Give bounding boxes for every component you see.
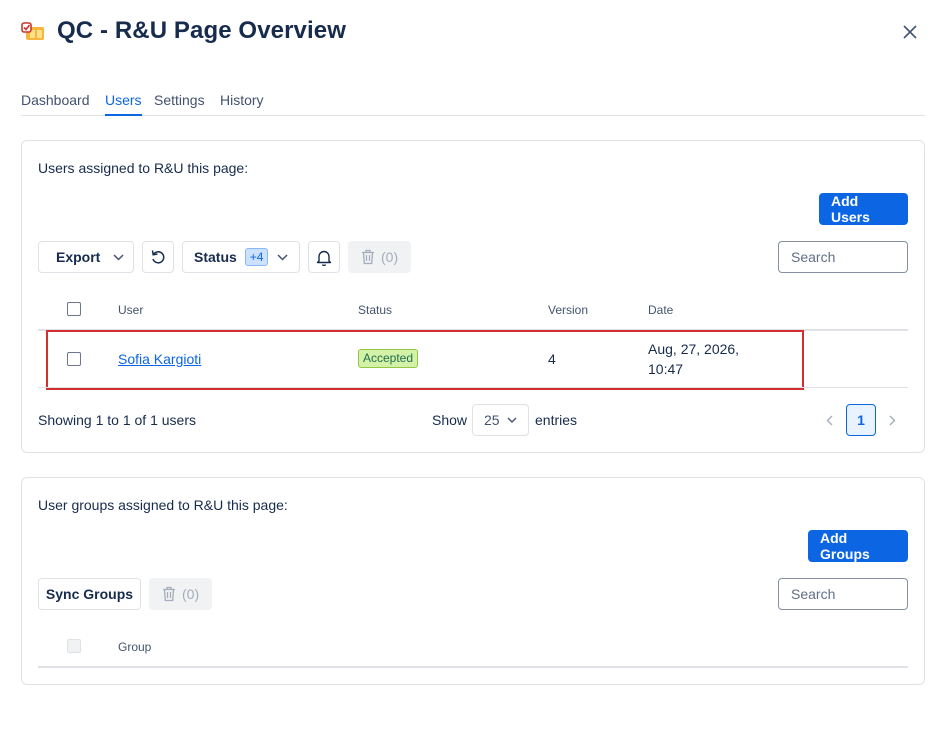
users-panel: Users assigned to R&U this page: Add Use…: [21, 140, 925, 453]
chevron-down-icon: [277, 253, 289, 261]
column-header-user: User: [118, 303, 144, 317]
status-filter-count-badge: +4: [244, 248, 269, 266]
table-row-divider: [38, 387, 908, 388]
sync-groups-label: Sync Groups: [45, 586, 134, 602]
groups-table-header-divider: [38, 666, 908, 668]
users-search-input[interactable]: [778, 241, 908, 273]
page-1-button[interactable]: 1: [846, 404, 876, 436]
close-button[interactable]: [898, 20, 922, 44]
column-header-date: Date: [648, 303, 674, 317]
column-header-status: Status: [358, 303, 393, 317]
trash-icon: [163, 586, 175, 602]
add-users-button[interactable]: Add Users: [819, 193, 908, 225]
delete-users-count: (0): [381, 249, 399, 265]
page-overview-icon: [21, 22, 45, 42]
page-size-value: 25: [484, 412, 500, 428]
next-page-button[interactable]: [882, 410, 902, 430]
groups-panel-label: User groups assigned to R&U this page:: [38, 497, 288, 513]
tab-bar: Dashboard Users Settings History: [21, 89, 925, 116]
export-label: Export: [56, 249, 101, 265]
showing-entries-text: Showing 1 to 1 of 1 users: [38, 412, 196, 428]
select-all-users-checkbox[interactable]: [67, 302, 81, 316]
row-highlight-annotation: [46, 330, 804, 390]
chevron-left-icon: [826, 415, 832, 425]
column-header-version: Version: [548, 303, 589, 317]
bell-icon: [316, 250, 332, 266]
modal-header: QC - R&U Page Overview: [20, 16, 922, 50]
chevron-right-icon: [889, 415, 895, 425]
entries-label: entries: [535, 412, 578, 428]
groups-panel: User groups assigned to R&U this page: A…: [21, 477, 925, 685]
sync-groups-button[interactable]: Sync Groups: [38, 578, 141, 610]
status-filter-button[interactable]: Status +4: [182, 241, 300, 273]
groups-search-input[interactable]: [778, 578, 908, 610]
refresh-icon: [151, 250, 165, 264]
add-groups-button[interactable]: Add Groups: [808, 530, 908, 562]
page-size-select[interactable]: 25: [472, 404, 529, 436]
notify-button[interactable]: [308, 241, 340, 273]
delete-users-button[interactable]: (0): [348, 241, 411, 273]
page-title: QC - R&U Page Overview: [57, 17, 346, 44]
refresh-button[interactable]: [142, 241, 174, 273]
column-header-group: Group: [118, 640, 152, 654]
close-icon: [903, 25, 917, 39]
previous-page-button[interactable]: [819, 410, 839, 430]
users-panel-label: Users assigned to R&U this page:: [38, 160, 249, 176]
tab-settings[interactable]: Settings: [154, 92, 205, 116]
tab-users[interactable]: Users: [105, 92, 142, 116]
delete-groups-button[interactable]: (0): [149, 578, 212, 610]
select-all-groups-checkbox: [67, 639, 81, 653]
tab-dashboard[interactable]: Dashboard: [21, 92, 90, 116]
delete-groups-count: (0): [182, 586, 200, 602]
show-label: Show: [432, 412, 468, 428]
trash-icon: [362, 249, 374, 265]
status-filter-label: Status: [194, 249, 237, 265]
chevron-down-icon: [507, 417, 517, 423]
export-button[interactable]: Export: [38, 241, 134, 273]
chevron-down-icon: [113, 253, 124, 261]
tab-history[interactable]: History: [220, 92, 264, 116]
